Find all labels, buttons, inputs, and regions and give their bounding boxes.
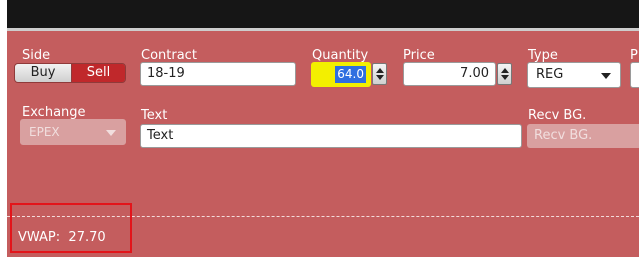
decrement-icon[interactable] bbox=[376, 75, 384, 80]
truncated-control[interactable] bbox=[630, 62, 639, 88]
exchange-label: Exchange bbox=[22, 105, 86, 120]
chevron-down-icon bbox=[601, 73, 611, 79]
buy-button[interactable]: Buy bbox=[15, 64, 72, 82]
price-stepper[interactable] bbox=[497, 63, 512, 85]
contract-input[interactable]: 18-19 bbox=[140, 62, 296, 86]
side-toggle[interactable]: Buy Sell bbox=[14, 63, 126, 83]
type-label: Type bbox=[528, 48, 558, 63]
increment-icon[interactable] bbox=[501, 68, 509, 73]
type-selected-value: REG bbox=[536, 67, 564, 82]
window-titlebar bbox=[7, 0, 639, 31]
contract-label: Contract bbox=[141, 48, 197, 63]
recv-bg-label: Recv BG. bbox=[528, 108, 587, 123]
text-input[interactable]: Text bbox=[140, 124, 522, 148]
type-select[interactable]: REG bbox=[527, 62, 621, 88]
increment-icon[interactable] bbox=[376, 68, 384, 73]
exchange-select: EPEX bbox=[20, 119, 126, 145]
vwap-value: 27.70 bbox=[68, 230, 106, 245]
truncated-label: P bbox=[630, 48, 638, 63]
price-input[interactable]: 7.00 bbox=[403, 62, 496, 86]
quantity-stepper[interactable] bbox=[372, 63, 387, 85]
quantity-label: Quantity bbox=[312, 48, 369, 63]
price-label: Price bbox=[403, 48, 435, 63]
chevron-down-icon bbox=[106, 130, 116, 136]
vwap-label: VWAP: bbox=[18, 230, 61, 245]
side-label: Side bbox=[22, 48, 51, 63]
vwap-highlight-box bbox=[10, 203, 132, 253]
quantity-value: 64.0 bbox=[335, 66, 366, 83]
decrement-icon[interactable] bbox=[501, 75, 509, 80]
recv-bg-input: Recv BG. bbox=[527, 124, 639, 148]
text-label: Text bbox=[141, 108, 168, 123]
quantity-input[interactable]: 64.0 bbox=[311, 62, 371, 87]
sell-button[interactable]: Sell bbox=[72, 64, 125, 82]
vwap-readout: VWAP: 27.70 bbox=[18, 230, 106, 245]
exchange-selected-value: EPEX bbox=[29, 125, 60, 139]
